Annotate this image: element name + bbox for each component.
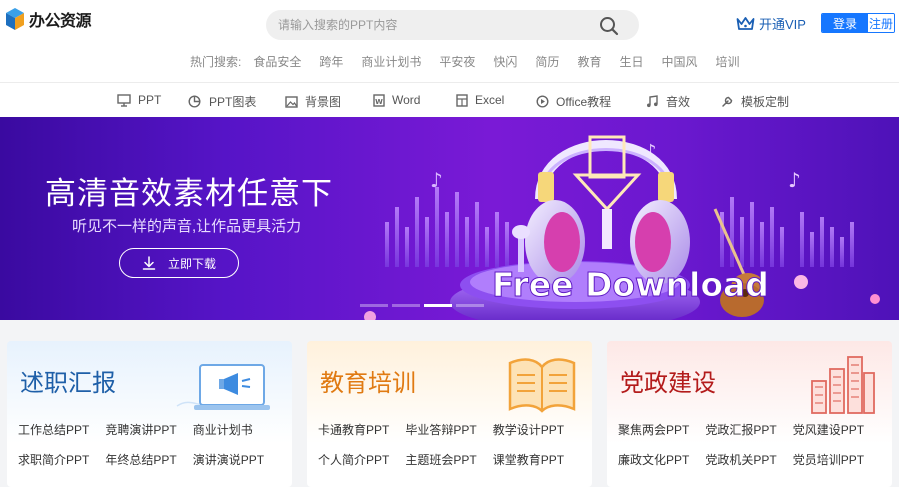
category-link[interactable]: 求职简介PPT — [18, 451, 89, 468]
category-link[interactable]: 卡通教育PPT — [318, 421, 389, 438]
hot-search-item[interactable]: 中国风 — [661, 53, 697, 70]
excel-icon — [456, 93, 468, 107]
category-link[interactable]: 年终总结PPT — [105, 451, 176, 468]
play-icon — [536, 95, 549, 108]
image-icon — [285, 95, 298, 108]
category-link[interactable]: 工作总结PPT — [18, 421, 89, 438]
building-illustration — [811, 356, 875, 414]
category-link[interactable]: 教学设计PPT — [493, 421, 564, 438]
hot-search-item[interactable]: 跨年 — [319, 53, 343, 70]
nav-item-label: 音效 — [666, 95, 691, 109]
nav-item-label: Excel — [475, 93, 505, 107]
login-button[interactable]: 登录 — [822, 14, 868, 32]
crown-icon — [736, 16, 755, 30]
svg-text:W: W — [375, 98, 383, 106]
nav-item-label: PPT — [138, 93, 162, 107]
logo-text: 办公资源 — [29, 13, 92, 30]
presentation-icon — [117, 93, 131, 107]
hot-search-item[interactable]: 培训 — [715, 53, 739, 70]
svg-text:♪: ♪ — [430, 168, 443, 192]
category-card-report: 述职汇报 工作总结PPT 竞聘演讲PPT 商业计划书 求职简介PPT 年终总结P… — [7, 341, 292, 487]
nav-item-office-tutorial[interactable]: Office教程 — [536, 93, 611, 110]
category-section: 述职汇报 工作总结PPT 竞聘演讲PPT 商业计划书 求职简介PPT 年终总结P… — [0, 320, 899, 487]
category-link[interactable]: 党员培训PPT — [793, 451, 864, 468]
nav-item-label: 背景图 — [305, 95, 342, 109]
hot-search-label: 热门搜索: — [190, 55, 242, 69]
category-card-party: 党政建设 聚焦两会PPT 党政汇报PPT 党风建设PPT 廉政文化PPT 党政机… — [607, 341, 892, 487]
hot-search-item[interactable]: 快闪 — [493, 53, 517, 70]
nav-item-sound[interactable]: 音效 — [646, 93, 690, 110]
book-illustration — [508, 358, 576, 413]
hot-search-item[interactable]: 生日 — [619, 53, 643, 70]
search-input[interactable] — [278, 15, 588, 35]
download-icon — [142, 256, 156, 270]
nav-item-template-custom[interactable]: 模板定制 — [721, 93, 789, 110]
nav-item-word[interactable]: W Word — [373, 93, 420, 107]
pie-chart-icon — [188, 95, 201, 108]
card-links: 工作总结PPT 竞聘演讲PPT 商业计划书 求职简介PPT 年终总结PPT 演讲… — [18, 421, 264, 468]
category-link[interactable]: 商业计划书 — [193, 421, 264, 438]
category-link[interactable]: 主题班会PPT — [405, 451, 476, 468]
card-links: 聚焦两会PPT 党政汇报PPT 党风建设PPT 廉政文化PPT 党政机关PPT … — [618, 421, 864, 468]
category-card-education: 教育培训 卡通教育PPT 毕业答辩PPT 教学设计PPT 个人简介PPT 主题班… — [307, 341, 592, 487]
nav-item-ppt-chart[interactable]: PPT图表 — [188, 93, 256, 110]
category-link[interactable]: 党政汇报PPT — [705, 421, 776, 438]
category-link[interactable]: 个人简介PPT — [318, 451, 389, 468]
carousel-dot-active[interactable] — [424, 304, 452, 307]
site-header: 办公资源 开通VIP 登录 注册 热门搜索: 食品安全 跨年 商业计划书 平安夜… — [0, 0, 899, 82]
carousel-dot[interactable] — [392, 304, 420, 307]
hot-search-item[interactable]: 商业计划书 — [361, 53, 421, 70]
banner-art-text: Free Download — [492, 265, 769, 304]
hot-search-item[interactable]: 简历 — [535, 53, 559, 70]
nav-item-label: 模板定制 — [741, 95, 790, 109]
category-link[interactable]: 廉政文化PPT — [618, 451, 689, 468]
vip-link[interactable]: 开通VIP — [736, 14, 806, 33]
category-link[interactable]: 演讲演说PPT — [193, 451, 264, 468]
category-link[interactable]: 聚焦两会PPT — [618, 421, 689, 438]
nav-item-excel[interactable]: Excel — [456, 93, 504, 107]
carousel-dot[interactable] — [456, 304, 484, 307]
nav-item-label: Word — [392, 93, 421, 107]
word-icon: W — [373, 93, 385, 107]
card-title[interactable]: 教育培训 — [320, 363, 416, 398]
banner-title: 高清音效素材任意下 — [45, 176, 333, 211]
svg-text:♪: ♪ — [788, 168, 801, 192]
carousel-dot[interactable] — [360, 304, 388, 307]
hot-search: 热门搜索: 食品安全 跨年 商业计划书 平安夜 快闪 简历 教育 生日 中国风 … — [190, 53, 758, 70]
card-links: 卡通教育PPT 毕业答辩PPT 教学设计PPT 个人简介PPT 主题班会PPT … — [318, 421, 564, 468]
hot-search-item[interactable]: 平安夜 — [439, 53, 475, 70]
auth-buttons: 登录 注册 — [821, 13, 895, 33]
download-now-button[interactable]: 立即下载 — [119, 248, 239, 278]
nav-item-label: PPT图表 — [209, 95, 257, 109]
search-icon[interactable] — [599, 16, 619, 36]
card-title[interactable]: 述职汇报 — [20, 363, 116, 398]
download-now-label: 立即下载 — [167, 256, 216, 271]
hero-banner[interactable]: 高清音效素材任意下 听见不一样的声音,让作品更具活力 立即下载 ♪ ♪ ♪ Fr… — [0, 117, 899, 320]
nav-item-background[interactable]: 背景图 — [285, 93, 341, 110]
headphones-illustration: ♪ ♪ ♪ Free Download — [364, 135, 880, 320]
category-link[interactable]: 毕业答辩PPT — [405, 421, 476, 438]
nav-item-label: Office教程 — [556, 95, 612, 109]
wrench-icon — [722, 96, 733, 107]
hot-search-item[interactable]: 教育 — [577, 53, 601, 70]
site-logo[interactable]: 办公资源 — [4, 7, 92, 31]
logo-icon — [6, 8, 24, 30]
category-nav: PPT PPT图表 背景图 W Word Excel Office教程 音效 模… — [0, 83, 899, 117]
nav-item-ppt[interactable]: PPT — [117, 93, 161, 107]
hot-search-item[interactable]: 食品安全 — [253, 53, 301, 70]
card-title[interactable]: 党政建设 — [620, 363, 716, 398]
register-button[interactable]: 注册 — [868, 14, 894, 32]
category-link[interactable]: 党政机关PPT — [705, 451, 776, 468]
category-link[interactable]: 竞聘演讲PPT — [105, 421, 176, 438]
megaphone-screen-illustration — [176, 364, 270, 410]
category-link[interactable]: 课堂教育PPT — [493, 451, 564, 468]
banner-subtitle: 听见不一样的声音,让作品更具活力 — [72, 218, 302, 235]
vip-label: 开通VIP — [759, 17, 806, 32]
category-link[interactable]: 党风建设PPT — [793, 421, 864, 438]
carousel-dots — [360, 304, 488, 307]
search-bar — [266, 10, 639, 40]
music-note-icon — [647, 95, 658, 108]
